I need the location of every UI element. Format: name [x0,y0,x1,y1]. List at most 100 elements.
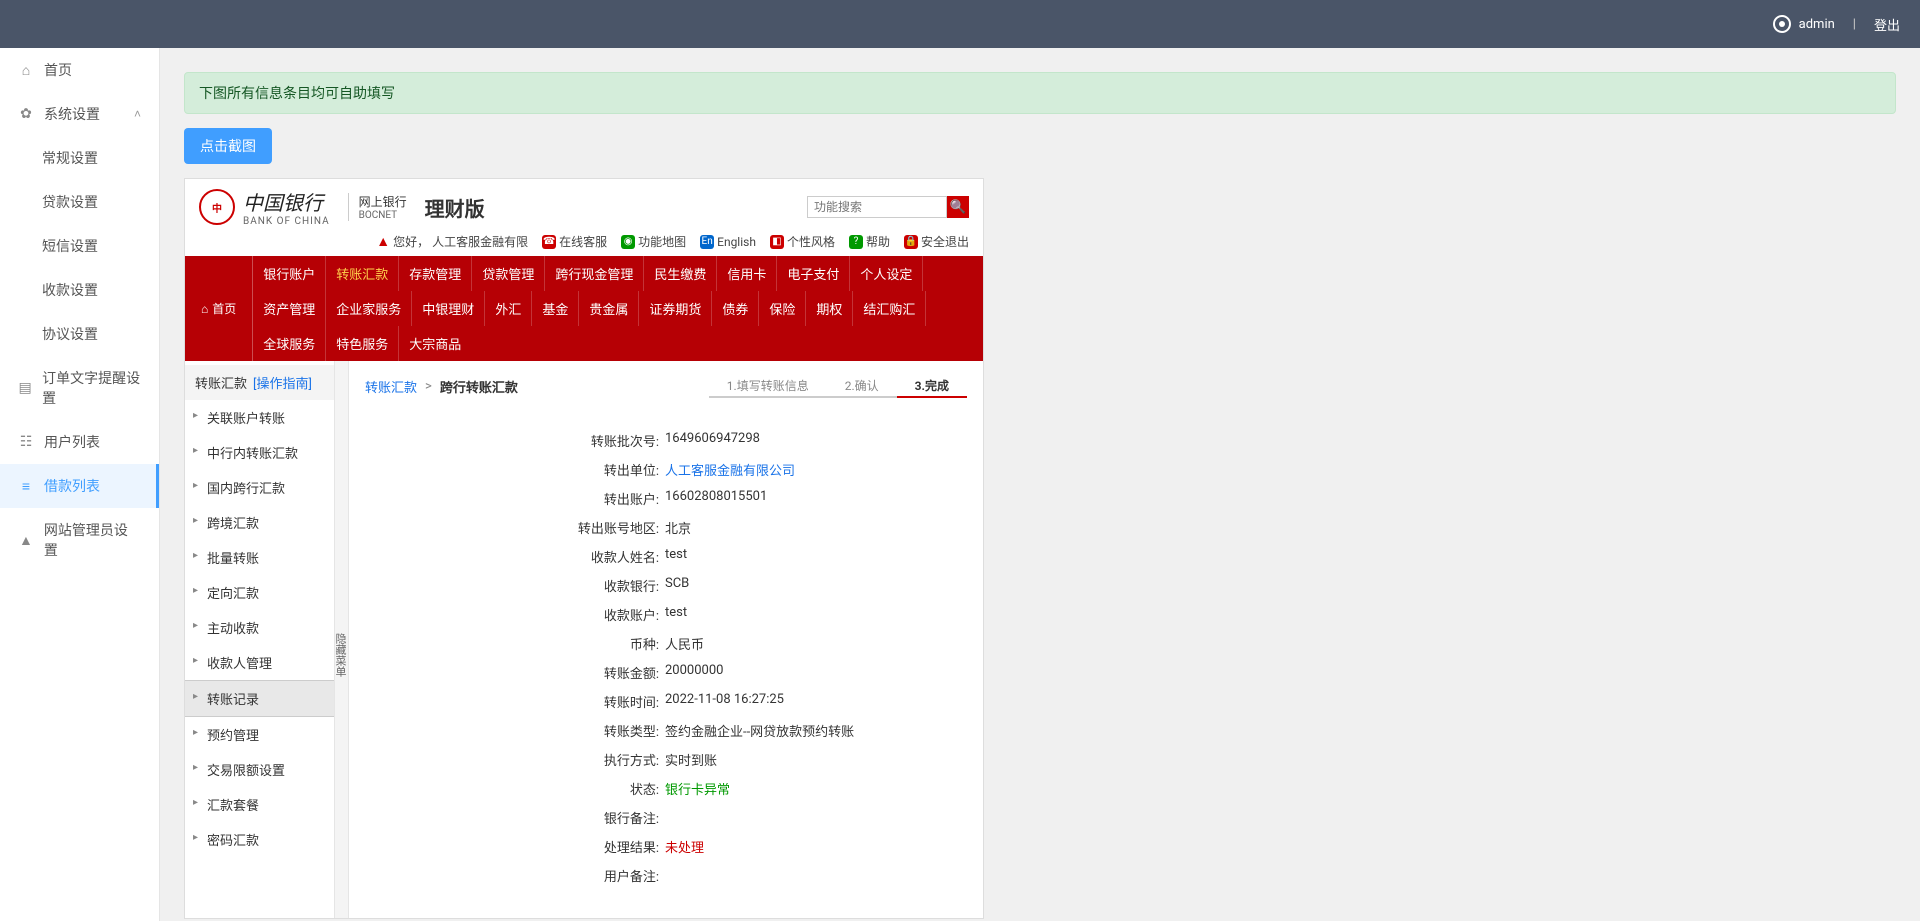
sidebar-system-label: 系统设置 [44,104,100,124]
detail-value: test [665,547,687,566]
detail-row: 状态:银行卡异常 [365,774,967,803]
bank-left-item[interactable]: 关联账户转账 [185,400,334,435]
detail-label: 转出单位: [365,460,665,479]
detail-row: 转账批次号:1649606947298 [365,426,967,455]
bank-nav-tab[interactable]: 个人设定 [850,256,923,291]
sidebar-sub-item[interactable]: 协议设置 [0,312,159,356]
detail-value: 实时到账 [665,750,717,769]
sidebar-home-label: 首页 [44,60,72,80]
search-button[interactable]: 🔍 [947,196,969,218]
bank-left-item[interactable]: 跨境汇款 [185,505,334,540]
sidebar-sub-item[interactable]: 短信设置 [0,224,159,268]
sidebar-user-list-label: 用户列表 [44,432,100,452]
breadcrumb-1[interactable]: 转账汇款 [365,377,417,396]
bank-nav-tab[interactable]: 贵金属 [579,291,639,326]
gear-icon: ✿ [18,106,34,122]
help-link[interactable]: ?帮助 [849,233,890,250]
sidebar-loan-list[interactable]: ≡ 借款列表 [0,464,159,508]
detail-label: 转账类型: [365,721,665,740]
step: 2.确认 [827,375,897,398]
bank-nav-tab[interactable]: 跨行现金管理 [545,256,644,291]
bank-nav-tab[interactable]: 结汇购汇 [853,291,926,326]
bank-name-en: BANK OF CHINA [243,216,330,227]
bank-left-item[interactable]: 主动收款 [185,610,334,645]
bank-nav-tab[interactable]: 大宗商品 [399,326,471,361]
bank-left-item[interactable]: 国内跨行汇款 [185,470,334,505]
bank-nav-tab[interactable]: 外汇 [485,291,532,326]
bank-nav-tab[interactable]: 证券期货 [639,291,712,326]
bank-nav-tab[interactable]: 债券 [712,291,759,326]
sidebar-home[interactable]: ⌂ 首页 [0,48,159,92]
bank-nav-tab[interactable]: 资产管理 [253,291,326,326]
bank-nav-tab[interactable]: 转账汇款 [326,256,399,291]
bank-nav-tab[interactable]: 贷款管理 [472,256,545,291]
user-block: admin | 登出 [1773,15,1900,34]
greeting: ▲ 您好，人工客服金融有限 [376,233,528,250]
bank-left-item[interactable]: 汇款套餐 [185,787,334,822]
detail-value: 2022-11-08 16:27:25 [665,692,784,711]
bank-left-item[interactable]: 批量转账 [185,540,334,575]
screenshot-button[interactable]: 点击截图 [184,128,272,164]
online-cs[interactable]: ☎在线客服 [542,233,607,250]
bank-nav-tab[interactable]: 保险 [759,291,806,326]
bank-nav-tab[interactable]: 信用卡 [717,256,777,291]
bank-nav-tab[interactable]: 基金 [532,291,579,326]
sidebar-sub-item[interactable]: 常规设置 [0,136,159,180]
function-map[interactable]: ◉功能地图 [621,233,686,250]
sidebar-sub-item[interactable]: 收款设置 [0,268,159,312]
bank-nav-tab[interactable]: 存款管理 [399,256,472,291]
detail-label: 用户备注: [365,866,665,885]
english-link[interactable]: EnEnglish [700,235,756,249]
breadcrumb-2: 跨行转账汇款 [440,377,518,396]
bank-search-input[interactable] [807,196,947,218]
sidebar-admin[interactable]: ▲ 网站管理员设置 [0,508,159,572]
detail-label: 处理结果: [365,837,665,856]
sidebar-order-text-label: 订单文字提醒设置 [42,368,141,408]
detail-value: 16602808015501 [665,489,767,508]
step: 1.填写转账信息 [709,375,827,398]
bank-nav-tab[interactable]: 银行账户 [253,256,326,291]
bank-left-item[interactable]: 交易限额设置 [185,752,334,787]
detail-value: 1649606947298 [665,431,760,450]
bank-nav-tab[interactable]: 中银理财 [412,291,485,326]
bank-nav-home[interactable]: ⌂ 首页 [185,256,253,361]
detail-value: 签约金融企业--网贷放款预约转账 [665,721,854,740]
bank-nav-tab[interactable]: 企业家服务 [326,291,412,326]
bank-nav-tab[interactable]: 电子支付 [777,256,850,291]
bank-nav-tab[interactable]: 期权 [806,291,853,326]
users-icon: ☷ [18,434,34,450]
style-link[interactable]: ◧个性风格 [770,233,835,250]
collapse-handle[interactable]: 隐藏菜单 [335,361,349,918]
bank-left-item[interactable]: 中行内转账汇款 [185,435,334,470]
detail-row: 转出单位:人工客服金融有限公司 [365,455,967,484]
bank-left-item[interactable]: 转账记录 [185,680,334,717]
sidebar-sub-item[interactable]: 贷款设置 [0,180,159,224]
bank-nav-tab[interactable]: 民生缴费 [644,256,717,291]
bank-left-item[interactable]: 定向汇款 [185,575,334,610]
bank-nav-tab[interactable]: 全球服务 [253,326,326,361]
bank-nav: ⌂ 首页 银行账户转账汇款存款管理贷款管理跨行现金管理民生缴费信用卡电子支付个人… [185,256,983,361]
bank-nav-tabs: 银行账户转账汇款存款管理贷款管理跨行现金管理民生缴费信用卡电子支付个人设定资产管… [253,256,983,361]
bank-nav-tab[interactable]: 特色服务 [326,326,399,361]
sidebar-order-text[interactable]: ▤ 订单文字提醒设置 [0,356,159,420]
detail-label: 执行方式: [365,750,665,769]
bank-left-item[interactable]: 预约管理 [185,717,334,752]
bank-left-menu: 转账汇款 [操作指南] 关联账户转账中行内转账汇款国内跨行汇款跨境汇款批量转账定… [185,361,335,918]
sidebar-user-list[interactable]: ☷ 用户列表 [0,420,159,464]
sidebar-system[interactable]: ✿ 系统设置 ˄ [0,92,159,136]
bank-nav-home-label: 首页 [212,300,236,317]
bank-panel: 中 中国银行 BANK OF CHINA 网上银行 BOCNET 理财版 🔍 [184,178,984,919]
detail-value: 银行卡异常 [665,779,730,798]
detail-row: 转出账户:16602808015501 [365,484,967,513]
sidebar-admin-label: 网站管理员设置 [44,520,141,560]
detail-value: 北京 [665,518,691,537]
bank-net-sub: BOCNET [359,210,407,221]
safe-exit[interactable]: 🔒安全退出 [904,233,969,250]
bank-left-item[interactable]: 密码汇款 [185,822,334,857]
logout-link[interactable]: 登出 [1874,15,1900,34]
admin-icon: ▲ [18,532,34,549]
operation-guide-link[interactable]: [操作指南] [253,373,312,392]
bank-logo: 中 中国银行 BANK OF CHINA 网上银行 BOCNET 理财版 [199,187,485,227]
list-icon: ▤ [18,380,32,396]
bank-left-item[interactable]: 收款人管理 [185,645,334,680]
